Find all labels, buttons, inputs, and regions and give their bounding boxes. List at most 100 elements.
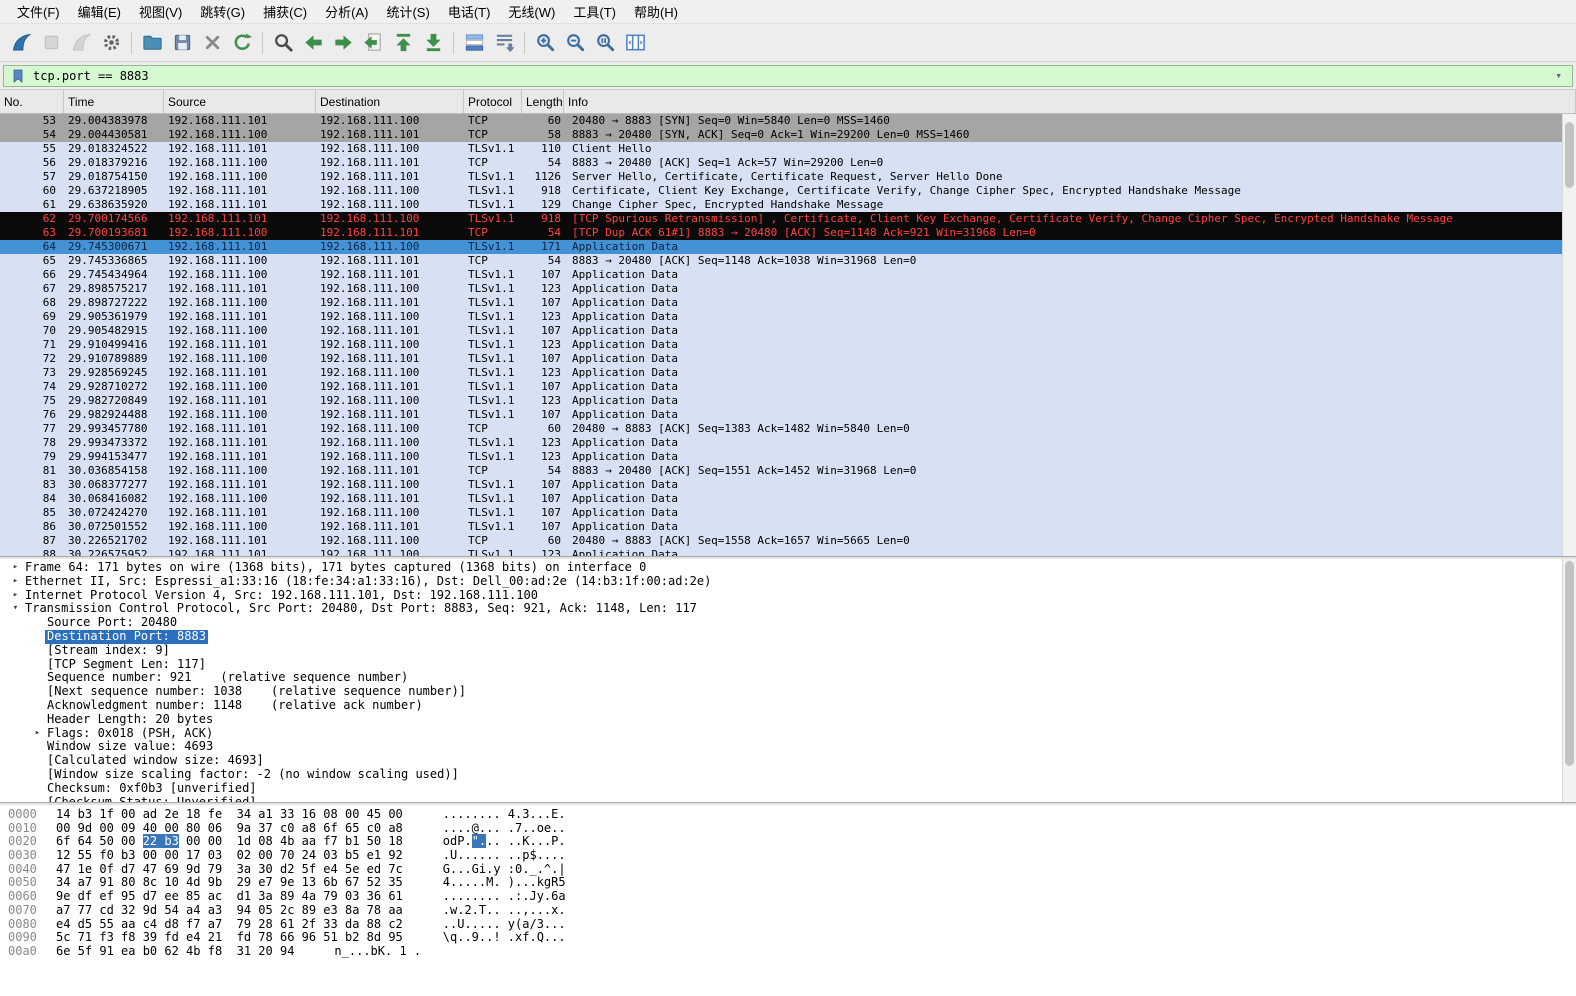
packet-row[interactable]: 8830.226575952192.168.111.101192.168.111… <box>0 548 1576 556</box>
packet-row[interactable]: 8530.072424270192.168.111.101192.168.111… <box>0 506 1576 520</box>
detail-line[interactable]: ▸Ethernet II, Src: Espressi_a1:33:16 (18… <box>0 575 1576 589</box>
detail-line[interactable]: Checksum: 0xf0b3 [unverified] <box>0 782 1576 796</box>
packet-row[interactable]: 8130.036854158192.168.111.100192.168.111… <box>0 464 1576 478</box>
detail-line[interactable]: Header Length: 20 bytes <box>0 713 1576 727</box>
packet-row[interactable]: 7729.993457780192.168.111.101192.168.111… <box>0 422 1576 436</box>
display-filter-input[interactable]: tcp.port == 8883 ▾ <box>3 65 1573 87</box>
packet-row[interactable]: 8630.072501552192.168.111.100192.168.111… <box>0 520 1576 534</box>
packet-row[interactable]: 8730.226521702192.168.111.101192.168.111… <box>0 534 1576 548</box>
colorize-button[interactable] <box>459 28 489 58</box>
packet-row[interactable]: 8430.068416082192.168.111.100192.168.111… <box>0 492 1576 506</box>
menu-item[interactable]: 工具(T) <box>564 0 625 24</box>
hex-row[interactable]: 00609e df ef 95 d7 ee 85 ac d1 3a 89 4a … <box>0 890 1576 904</box>
hex-row[interactable]: 003012 55 f0 b3 00 00 17 03 02 00 70 24 … <box>0 849 1576 863</box>
packet-row-selected[interactable]: 6429.745300671192.168.111.101192.168.111… <box>0 240 1576 254</box>
packet-list-scrollbar[interactable] <box>1562 114 1576 556</box>
packet-row[interactable]: 6729.898575217192.168.111.101192.168.111… <box>0 282 1576 296</box>
column-header-destination[interactable]: Destination <box>316 90 464 113</box>
capture-options-button[interactable] <box>96 28 126 58</box>
column-header-info[interactable]: Info <box>564 90 1576 113</box>
hex-row[interactable]: 005034 a7 91 80 8c 10 4d 9b 29 e7 9e 13 … <box>0 876 1576 890</box>
open-file-button[interactable] <box>137 28 167 58</box>
details-scrollbar[interactable] <box>1562 559 1576 802</box>
packet-row[interactable]: 7429.928710272192.168.111.100192.168.111… <box>0 380 1576 394</box>
packet-row[interactable]: 5629.018379216192.168.111.100192.168.111… <box>0 156 1576 170</box>
auto-scroll-button[interactable] <box>489 28 519 58</box>
menu-item[interactable]: 分析(A) <box>316 0 377 24</box>
packet-row[interactable]: 7929.994153477192.168.111.101192.168.111… <box>0 450 1576 464</box>
go-to-packet-button[interactable] <box>358 28 388 58</box>
hex-row[interactable]: 0080e4 d5 55 aa c4 d8 f7 a7 79 28 61 2f … <box>0 918 1576 932</box>
packet-row[interactable]: 5729.018754150192.168.111.100192.168.111… <box>0 170 1576 184</box>
go-back-button[interactable] <box>298 28 328 58</box>
detail-line[interactable]: [Window size scaling factor: -2 (no wind… <box>0 768 1576 782</box>
packet-row[interactable]: 7229.910789889192.168.111.100192.168.111… <box>0 352 1576 366</box>
packet-row[interactable]: 5329.004383978192.168.111.101192.168.111… <box>0 114 1576 128</box>
column-header-time[interactable]: Time <box>64 90 164 113</box>
column-header-protocol[interactable]: Protocol <box>464 90 522 113</box>
close-file-button[interactable] <box>197 28 227 58</box>
detail-line[interactable]: Destination Port: 8883 <box>0 630 1576 644</box>
hex-row[interactable]: 000014 b3 1f 00 ad 2e 18 fe 34 a1 33 16 … <box>0 808 1576 822</box>
zoom-in-button[interactable] <box>530 28 560 58</box>
hex-row[interactable]: 0070a7 77 cd 32 9d 54 a4 a3 94 05 2c 89 … <box>0 904 1576 918</box>
packet-row[interactable]: 8330.068377277192.168.111.101192.168.111… <box>0 478 1576 492</box>
packet-row[interactable]: 6329.700193681192.168.111.100192.168.111… <box>0 226 1576 240</box>
resize-columns-button[interactable] <box>620 28 650 58</box>
hex-row[interactable]: 00a06e 5f 91 ea b0 62 4b f8 31 20 94n_..… <box>0 945 1576 959</box>
detail-line[interactable]: Acknowledgment number: 1148 (relative ac… <box>0 699 1576 713</box>
hex-row[interactable]: 004047 1e 0f d7 47 69 9d 79 3a 30 d2 5f … <box>0 863 1576 877</box>
packet-row[interactable]: 7029.905482915192.168.111.100192.168.111… <box>0 324 1576 338</box>
detail-line[interactable]: ▸Frame 64: 171 bytes on wire (1368 bits)… <box>0 561 1576 575</box>
start-capture-button[interactable] <box>6 28 36 58</box>
detail-line[interactable]: [TCP Segment Len: 117] <box>0 658 1576 672</box>
packet-row[interactable]: 6029.637218905192.168.111.101192.168.111… <box>0 184 1576 198</box>
hex-row[interactable]: 00206f 64 50 00 22 b3 00 00 1d 08 4b aa … <box>0 835 1576 849</box>
go-last-button[interactable] <box>418 28 448 58</box>
packet-row[interactable]: 6229.700174566192.168.111.101192.168.111… <box>0 212 1576 226</box>
detail-line[interactable]: ▸Flags: 0x018 (PSH, ACK) <box>0 727 1576 741</box>
menu-item[interactable]: 帮助(H) <box>625 0 687 24</box>
expander-closed-icon[interactable]: ▸ <box>30 727 45 741</box>
detail-line[interactable]: [Checksum Status: Unverified] <box>0 796 1576 802</box>
packet-row[interactable]: 7329.928569245192.168.111.101192.168.111… <box>0 366 1576 380</box>
packet-row[interactable]: 6829.898727222192.168.111.100192.168.111… <box>0 296 1576 310</box>
scrollbar-thumb[interactable] <box>1565 561 1574 766</box>
packet-row[interactable]: 7129.910499416192.168.111.101192.168.111… <box>0 338 1576 352</box>
menu-item[interactable]: 统计(S) <box>377 0 438 24</box>
hex-row[interactable]: 00905c 71 f3 f8 39 fd e4 21 fd 78 66 96 … <box>0 931 1576 945</box>
packet-row[interactable]: 6129.638635920192.168.111.101192.168.111… <box>0 198 1576 212</box>
menu-item[interactable]: 无线(W) <box>499 0 564 24</box>
scrollbar-thumb[interactable] <box>1565 122 1574 188</box>
detail-line[interactable]: [Next sequence number: 1038 (relative se… <box>0 685 1576 699</box>
menu-item[interactable]: 电话(T) <box>439 0 500 24</box>
detail-line[interactable]: ▾Transmission Control Protocol, Src Port… <box>0 602 1576 616</box>
save-file-button[interactable] <box>167 28 197 58</box>
menu-item[interactable]: 编辑(E) <box>69 0 130 24</box>
go-first-button[interactable] <box>388 28 418 58</box>
column-header-length[interactable]: Length <box>522 90 564 113</box>
expander-closed-icon[interactable]: ▸ <box>8 575 23 589</box>
detail-line[interactable]: [Calculated window size: 4693] <box>0 754 1576 768</box>
packet-row[interactable]: 6929.905361979192.168.111.101192.168.111… <box>0 310 1576 324</box>
reload-button[interactable] <box>227 28 257 58</box>
column-header-source[interactable]: Source <box>164 90 316 113</box>
detail-line[interactable]: Sequence number: 921 (relative sequence … <box>0 671 1576 685</box>
packet-row[interactable]: 7529.982720849192.168.111.101192.168.111… <box>0 394 1576 408</box>
zoom-original-button[interactable] <box>590 28 620 58</box>
packet-row[interactable]: 5529.018324522192.168.111.101192.168.111… <box>0 142 1576 156</box>
menu-item[interactable]: 跳转(G) <box>191 0 254 24</box>
zoom-out-button[interactable] <box>560 28 590 58</box>
packet-row[interactable]: 6529.745336865192.168.111.100192.168.111… <box>0 254 1576 268</box>
expander-open-icon[interactable]: ▾ <box>8 602 23 616</box>
packet-row[interactable]: 7829.993473372192.168.111.101192.168.111… <box>0 436 1576 450</box>
packet-row[interactable]: 7629.982924488192.168.111.100192.168.111… <box>0 408 1576 422</box>
hex-row[interactable]: 001000 9d 00 09 40 00 80 06 9a 37 c0 a8 … <box>0 822 1576 836</box>
find-packet-button[interactable] <box>268 28 298 58</box>
detail-line[interactable]: Window size value: 4693 <box>0 740 1576 754</box>
detail-line[interactable]: Source Port: 20480 <box>0 616 1576 630</box>
menu-item[interactable]: 捕获(C) <box>254 0 316 24</box>
expander-closed-icon[interactable]: ▸ <box>8 589 23 603</box>
packet-row[interactable]: 5429.004430581192.168.111.100192.168.111… <box>0 128 1576 142</box>
detail-line[interactable]: ▸Internet Protocol Version 4, Src: 192.1… <box>0 589 1576 603</box>
